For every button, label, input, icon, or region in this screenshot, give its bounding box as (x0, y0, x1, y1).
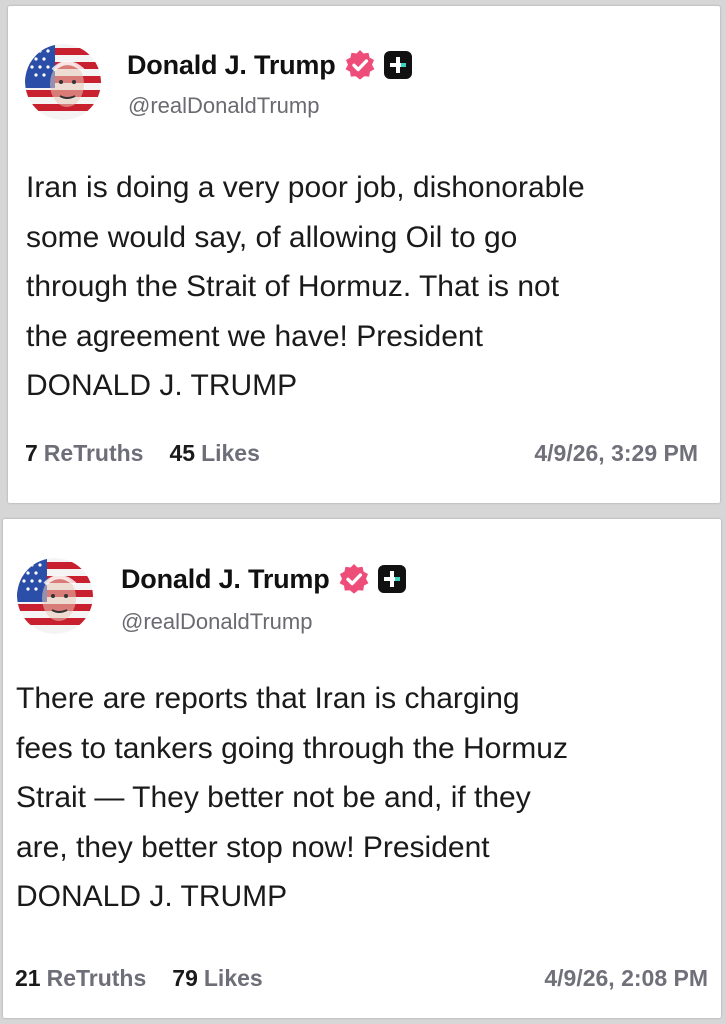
post-body: Iran is doing a very poor job, dishonora… (26, 163, 585, 411)
verified-badge-icon (344, 49, 376, 81)
post-body: There are reports that Iran is charging … (16, 674, 568, 922)
retruths-label: ReTruths (46, 965, 147, 991)
verified-badge-icon (338, 563, 370, 595)
post-body-line: the agreement we have! President (26, 319, 483, 353)
retruths-stat[interactable]: 7 ReTruths (25, 440, 143, 467)
post-body-line: some would say, of allowing Oil to go (26, 220, 518, 254)
author-handle[interactable]: @realDonaldTrump (121, 609, 312, 635)
post-timestamp[interactable]: 4/9/26, 2:08 PM (544, 965, 708, 992)
retruths-count: 21 (15, 965, 41, 991)
post-body-line: DONALD J. TRUMP (16, 880, 288, 913)
author-handle[interactable]: @realDonaldTrump (128, 93, 319, 119)
retruths-label: ReTruths (43, 440, 144, 466)
post-body-line: There are reports that Iran is charging (16, 682, 520, 715)
author-name-row: Donald J. Trump (127, 49, 412, 81)
flag-portrait-avatar-icon (17, 558, 93, 634)
post-card[interactable]: Donald J. Trump @realDonaldTrump There a… (3, 519, 721, 1018)
post-body-line: are, they better stop now! President (16, 830, 490, 864)
post-card[interactable]: Donald J. Trump @realDonaldTrump Iran is… (8, 6, 720, 503)
post-body-line: DONALD J. TRUMP (26, 369, 298, 402)
likes-count: 45 (169, 440, 196, 466)
author-display-name[interactable]: Donald J. Trump (127, 50, 336, 81)
author-avatar[interactable] (17, 558, 93, 634)
likes-label: Likes (201, 440, 260, 466)
post-body-line: fees to tankers going through the Hormuz (16, 731, 568, 765)
post-timestamp[interactable]: 4/9/26, 3:29 PM (534, 440, 698, 467)
post-stats: 7 ReTruths 45 Likes (25, 440, 260, 467)
author-name-row: Donald J. Trump (121, 563, 406, 595)
post-body-line: Strait — They better not be and, if they (16, 781, 531, 814)
likes-label: Likes (203, 965, 263, 991)
post-body-line: Iran is doing a very poor job, dishonora… (26, 171, 585, 204)
author-avatar[interactable] (25, 44, 101, 120)
retruths-count: 7 (25, 440, 38, 466)
likes-stat[interactable]: 79 Likes (172, 965, 262, 992)
likes-stat[interactable]: 45 Likes (169, 440, 259, 467)
likes-count: 79 (172, 965, 198, 991)
retruths-stat[interactable]: 21 ReTruths (15, 965, 146, 992)
flag-portrait-avatar-icon (25, 44, 101, 120)
post-stats: 21 ReTruths 79 Likes (15, 965, 263, 992)
post-body-line: through the Strait of Hormuz. That is no… (26, 270, 560, 303)
author-display-name[interactable]: Donald J. Trump (121, 564, 330, 595)
plus-badge-icon (377, 565, 406, 593)
plus-badge-icon (383, 51, 412, 79)
